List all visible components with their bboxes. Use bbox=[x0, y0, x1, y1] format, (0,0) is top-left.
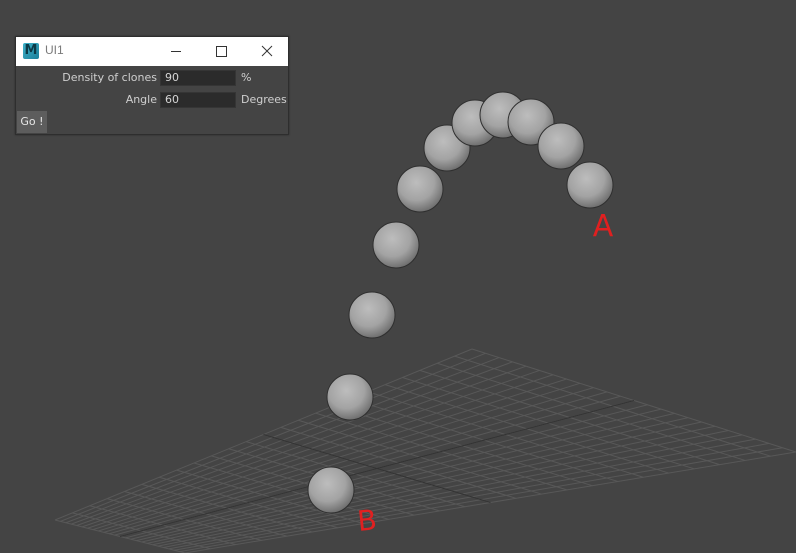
minimize-button[interactable] bbox=[153, 37, 199, 66]
maximize-icon bbox=[216, 46, 227, 57]
angle-field[interactable]: 60 bbox=[160, 92, 236, 108]
density-field[interactable]: 90 bbox=[160, 70, 236, 86]
sphere-clone[interactable] bbox=[326, 373, 374, 421]
sphere-clone[interactable] bbox=[396, 165, 444, 213]
close-icon bbox=[261, 45, 273, 57]
sphere-clone[interactable] bbox=[566, 161, 614, 209]
angle-unit: Degrees bbox=[241, 93, 287, 106]
go-button[interactable]: Go ! bbox=[17, 111, 47, 133]
minimize-icon bbox=[171, 51, 181, 52]
density-unit: % bbox=[241, 71, 252, 84]
sphere-clone[interactable] bbox=[372, 221, 420, 269]
title-bar[interactable]: M UI1 bbox=[16, 37, 288, 66]
maximize-button[interactable] bbox=[198, 37, 244, 66]
annotation-a: A bbox=[593, 209, 614, 244]
sphere-clone[interactable] bbox=[307, 466, 355, 514]
maya-icon: M bbox=[23, 43, 39, 59]
sphere-clone[interactable] bbox=[537, 122, 585, 170]
close-button[interactable] bbox=[243, 37, 289, 66]
window-title: UI1 bbox=[45, 43, 64, 57]
tool-window[interactable]: M UI1 Density of clones 90 % Angle 60 De… bbox=[15, 36, 289, 135]
angle-label: Angle bbox=[125, 93, 157, 106]
annotation-b: B bbox=[356, 503, 379, 538]
sphere-clone[interactable] bbox=[348, 291, 396, 339]
density-label: Density of clones bbox=[62, 71, 157, 84]
